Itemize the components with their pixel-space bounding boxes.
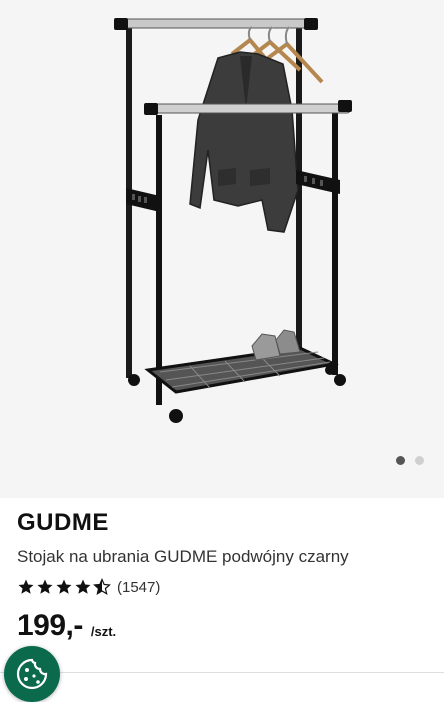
cookie-settings-button[interactable] [4,646,60,702]
product-price: 199,- /szt. [17,610,428,642]
cookie-icon [16,658,48,690]
star-half-icon [93,578,111,595]
star-icon [56,579,72,594]
product-rating[interactable]: (1547) [17,576,428,598]
product-description: Stojak na ubrania GUDME podwójny czarny [17,547,349,566]
price-value: 199,- [17,609,83,642]
gallery-dot-1[interactable] [396,456,405,465]
star-icon [37,579,53,594]
rating-stars [17,578,111,596]
divider [0,672,444,673]
product-info: GUDME Stojak na ubrania GUDME podwójny c… [17,508,428,642]
product-image-gallery[interactable] [0,0,444,498]
star-icon [75,579,91,594]
price-unit: /szt. [90,624,117,639]
gallery-dot-2[interactable] [415,456,424,465]
gallery-pagination[interactable] [396,456,424,465]
star-icon [18,579,34,594]
rating-count: (1547) [117,578,161,596]
product-brand: GUDME [17,509,109,536]
product-image [114,18,352,423]
